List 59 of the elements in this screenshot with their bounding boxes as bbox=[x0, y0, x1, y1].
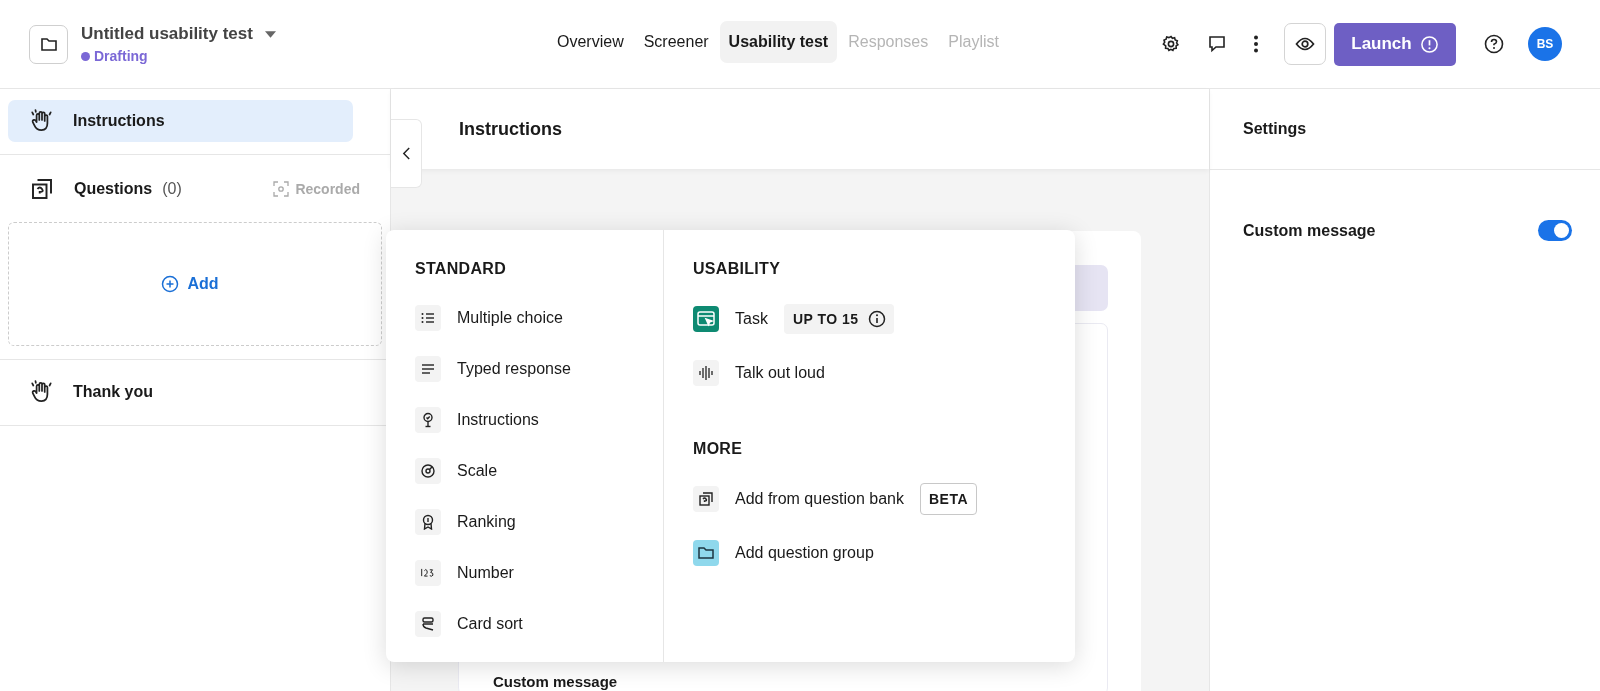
section-heading: MORE bbox=[693, 440, 744, 458]
editor-title: Instructions bbox=[459, 118, 562, 140]
menu-item[interactable]: Ranking bbox=[415, 496, 663, 547]
user-avatar[interactable]: BS bbox=[1528, 27, 1562, 61]
section-heading: USABILITY bbox=[693, 260, 782, 278]
section-heading: STANDARD bbox=[415, 260, 507, 278]
status-dot bbox=[81, 51, 90, 61]
limit-badge: UP TO 15 bbox=[783, 304, 894, 334]
info-icon bbox=[867, 310, 886, 328]
settings-icon[interactable] bbox=[1161, 34, 1181, 54]
field-label: Custom message bbox=[493, 673, 618, 690]
more-icon[interactable] bbox=[1253, 34, 1259, 54]
gauge-icon bbox=[415, 457, 441, 484]
folder-icon bbox=[693, 540, 719, 566]
menu-item[interactable]: Add from question bank bbox=[693, 473, 904, 525]
chevron-left-icon bbox=[401, 146, 411, 161]
beta-badge: BETA bbox=[920, 483, 978, 515]
record-icon bbox=[273, 181, 290, 197]
number-icon bbox=[415, 559, 441, 586]
menu-item[interactable]: Multiple choice bbox=[415, 292, 663, 343]
lines-icon bbox=[415, 355, 441, 382]
project-title[interactable]: Untitled usability test bbox=[81, 24, 253, 44]
status-label: Drafting bbox=[94, 48, 148, 64]
caret-icon[interactable] bbox=[264, 30, 276, 38]
nav-tab[interactable]: Screener bbox=[634, 21, 718, 63]
section-title: Questions bbox=[74, 180, 153, 198]
nav-tab[interactable]: Usability test bbox=[719, 21, 838, 63]
question-count: (0) bbox=[162, 180, 182, 198]
waveform-icon bbox=[693, 360, 719, 386]
question-bank-icon bbox=[693, 486, 719, 512]
question-bank-icon bbox=[30, 177, 54, 201]
plus-icon bbox=[161, 275, 180, 293]
help-icon[interactable] bbox=[1484, 34, 1504, 54]
menu-item[interactable]: Scale bbox=[415, 445, 663, 496]
nav-tab[interactable]: Overview bbox=[548, 21, 633, 63]
alert-icon bbox=[1419, 34, 1439, 54]
menu-item[interactable]: Number bbox=[415, 547, 663, 598]
pin-icon bbox=[415, 406, 441, 433]
list-icon bbox=[415, 304, 441, 331]
menu-item[interactable]: Typed response bbox=[415, 343, 663, 394]
menu-item[interactable]: Task bbox=[693, 293, 768, 345]
cards-icon bbox=[415, 610, 441, 637]
task-icon bbox=[693, 306, 719, 332]
ribbon-icon bbox=[415, 508, 441, 535]
menu-item[interactable]: Add question group bbox=[693, 527, 874, 579]
sidebar-item[interactable]: Instructions bbox=[8, 100, 353, 142]
menu-item[interactable]: Card sort bbox=[415, 598, 663, 649]
sidebar-item[interactable]: Thank you bbox=[8, 371, 353, 413]
folder-button[interactable] bbox=[29, 24, 68, 64]
add-button[interactable]: Add bbox=[161, 275, 219, 293]
toggle-switch[interactable] bbox=[1538, 220, 1572, 241]
menu-item[interactable]: Talk out loud bbox=[693, 347, 825, 399]
preview-button[interactable] bbox=[1284, 23, 1326, 65]
setting-label: Custom message bbox=[1243, 221, 1376, 240]
menu-item[interactable]: Instructions bbox=[415, 394, 663, 445]
panel-title: Settings bbox=[1243, 120, 1307, 138]
recorded-label: Recorded bbox=[295, 181, 360, 197]
comment-icon[interactable] bbox=[1207, 34, 1227, 54]
launch-button[interactable]: Launch bbox=[1334, 22, 1456, 66]
